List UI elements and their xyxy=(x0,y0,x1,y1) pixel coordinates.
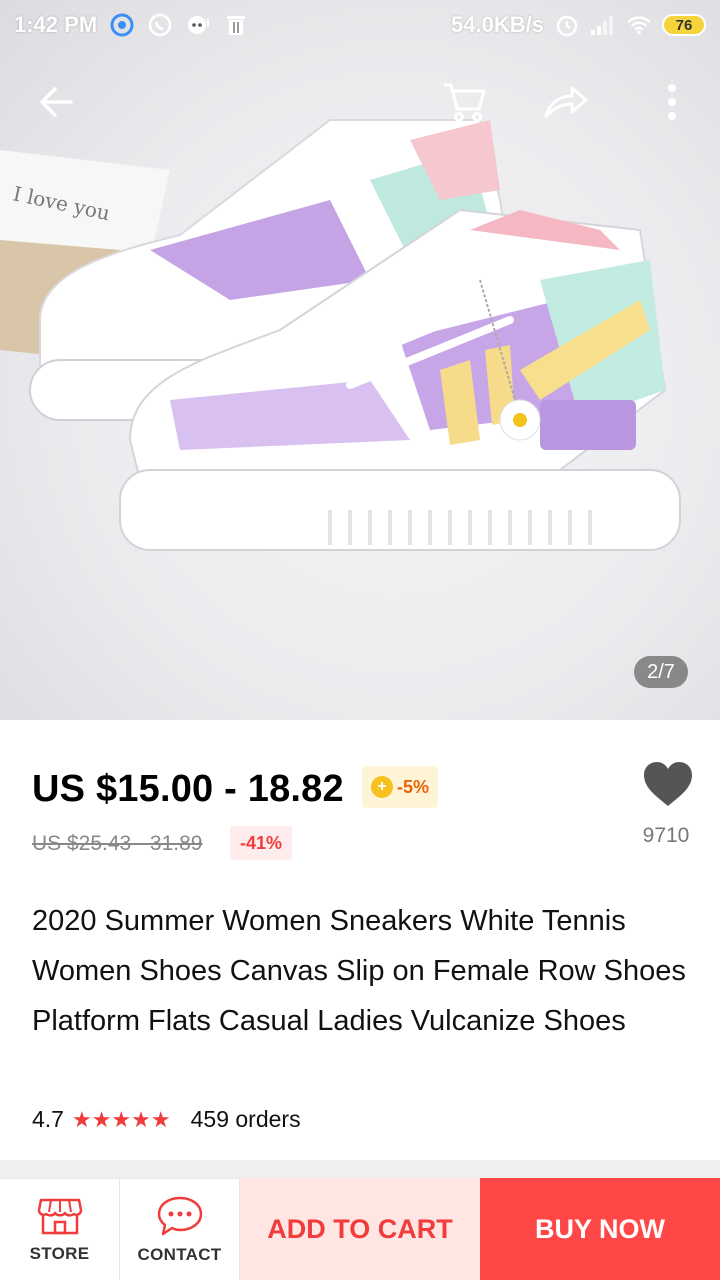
product-title: 2020 Summer Women Sneakers White Tennis … xyxy=(32,905,686,1037)
share-button[interactable] xyxy=(534,70,598,134)
add-to-cart-button[interactable]: ADD TO CART xyxy=(240,1178,480,1280)
contact-label: CONTACT xyxy=(137,1244,222,1264)
cart-button[interactable] xyxy=(432,70,496,134)
status-time: 1:42 PM xyxy=(14,12,98,37)
coin-icon: + xyxy=(370,776,393,798)
heart-icon xyxy=(644,762,692,806)
battery-level: 76 xyxy=(675,16,693,34)
product-image-gallery[interactable]: I love you 1:42 PM 54.0KB/s 76 2/7 xyxy=(0,0,720,720)
chat-icon xyxy=(185,12,211,38)
orders-count: 459 orders xyxy=(190,1106,301,1132)
contact-button[interactable]: CONTACT xyxy=(120,1178,240,1280)
image-counter: 2/7 xyxy=(634,656,688,688)
wishlist-button[interactable] xyxy=(642,760,694,812)
wishlist-count: 9710 xyxy=(642,824,690,847)
coin-discount-badge[interactable]: + -5% xyxy=(362,766,438,808)
wifi-icon xyxy=(626,12,652,38)
rating-value: 4.7 xyxy=(32,1106,64,1132)
chat-bubble-icon xyxy=(157,1196,202,1235)
rating-row[interactable]: 4.7 ★★★★★ 459 orders xyxy=(32,1106,301,1133)
store-button[interactable]: STORE xyxy=(0,1178,120,1280)
battery-icon: 76 xyxy=(662,14,706,36)
store-label: STORE xyxy=(29,1243,90,1263)
messages-icon xyxy=(109,12,135,38)
share-icon xyxy=(544,86,588,118)
store-icon xyxy=(37,1198,82,1234)
section-divider xyxy=(0,1160,720,1178)
more-icon xyxy=(668,84,676,120)
alarm-icon xyxy=(554,12,580,38)
cart-icon xyxy=(444,83,486,122)
network-speed: 54.0KB/s xyxy=(451,12,544,37)
rating-stars-icon: ★★★★★ xyxy=(71,1106,171,1132)
discount-badge: -41% xyxy=(230,826,292,860)
buy-now-button[interactable]: BUY NOW xyxy=(480,1178,720,1280)
price: US $15.00 - 18.82 xyxy=(32,768,344,810)
product-info: US $15.00 - 18.82 + -5% US $25.43 - 31.8… xyxy=(0,720,720,1160)
whatsapp-icon xyxy=(147,12,173,38)
signal-icon xyxy=(590,12,616,38)
original-price: US $25.43 - 31.89 xyxy=(32,832,203,855)
app-bar xyxy=(0,70,720,140)
trash-icon xyxy=(223,12,249,38)
more-options-button[interactable] xyxy=(640,70,704,134)
coin-discount-text: -5% xyxy=(396,776,429,797)
back-button[interactable] xyxy=(24,70,88,134)
back-arrow-icon xyxy=(40,87,73,117)
bottom-action-bar: STORE CONTACT ADD TO CART BUY NOW xyxy=(0,1178,720,1280)
status-bar: 1:42 PM 54.0KB/s 76 xyxy=(0,0,720,50)
